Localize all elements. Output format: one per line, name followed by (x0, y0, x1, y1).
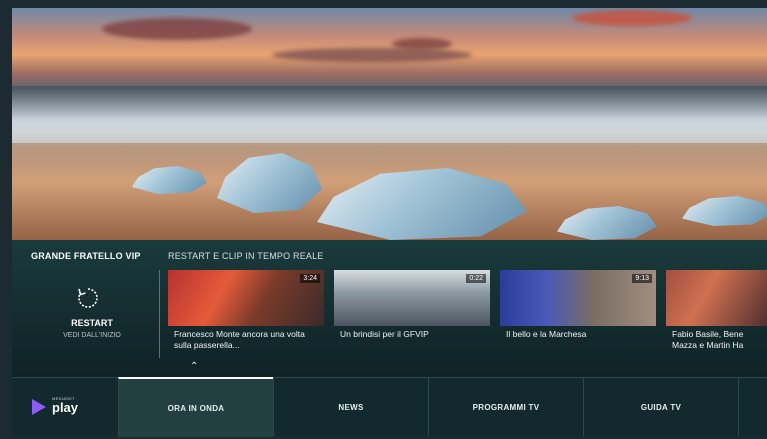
logo-text: play (52, 400, 79, 415)
tab-ora-in-onda[interactable]: ORA IN ONDA (118, 377, 273, 437)
hero-image (12, 8, 767, 240)
divider (159, 270, 160, 358)
clip-card[interactable]: 9:13 Il bello e la Marchesa (500, 270, 656, 356)
tab-programmi-tv[interactable]: PROGRAMMI TV (428, 378, 583, 436)
chevron-up-icon[interactable]: ⌃ (190, 361, 198, 372)
clip-title: Un brindisi per il GFVIP (340, 329, 429, 339)
clip-title: Fabio Basile, Bene Mazza e Martin Ha (672, 329, 744, 350)
play-triangle-icon (32, 399, 46, 415)
tab-more[interactable] (738, 378, 767, 436)
hero-cloud (102, 18, 252, 40)
duration-badge: 0:22 (466, 274, 486, 283)
clip-title: Francesco Monte ancora una volta sulla p… (174, 329, 305, 350)
duration-badge: 3:24 (300, 274, 320, 283)
hero-cloud (272, 48, 472, 62)
strip-subtitle: RESTART E CLIP IN TEMPO REALE (168, 251, 324, 261)
restart-button[interactable]: RESTART VEDI DALL'INIZIO (12, 270, 158, 358)
bottom-nav: MEDIASET play ORA IN ONDA NEWS PROGRAMMI… (12, 377, 767, 437)
clip-thumbnail (666, 270, 767, 326)
clip-card[interactable]: 0:22 Un brindisi per il GFVIP (334, 270, 490, 356)
tab-guida-tv[interactable]: GUIDA TV (583, 378, 738, 436)
duration-badge: 9:13 (632, 274, 652, 283)
restart-icon (78, 288, 98, 308)
restart-sublabel: VEDI DALL'INIZIO (63, 332, 121, 339)
hero-cloud (572, 10, 692, 26)
mediaset-play-logo[interactable]: MEDIASET play (32, 396, 102, 418)
tab-news[interactable]: NEWS (273, 378, 428, 436)
clip-card[interactable]: 3:24 Francesco Monte ancora una volta su… (168, 270, 324, 356)
hero-sea (12, 86, 767, 146)
clip-title: Il bello e la Marchesa (506, 329, 587, 339)
show-title: GRANDE FRATELLO VIP (31, 251, 141, 261)
clip-card[interactable]: Fabio Basile, Bene Mazza e Martin Ha (666, 270, 767, 356)
live-strip: GRANDE FRATELLO VIP RESTART E CLIP IN TE… (12, 240, 767, 377)
restart-label: RESTART (71, 318, 113, 328)
